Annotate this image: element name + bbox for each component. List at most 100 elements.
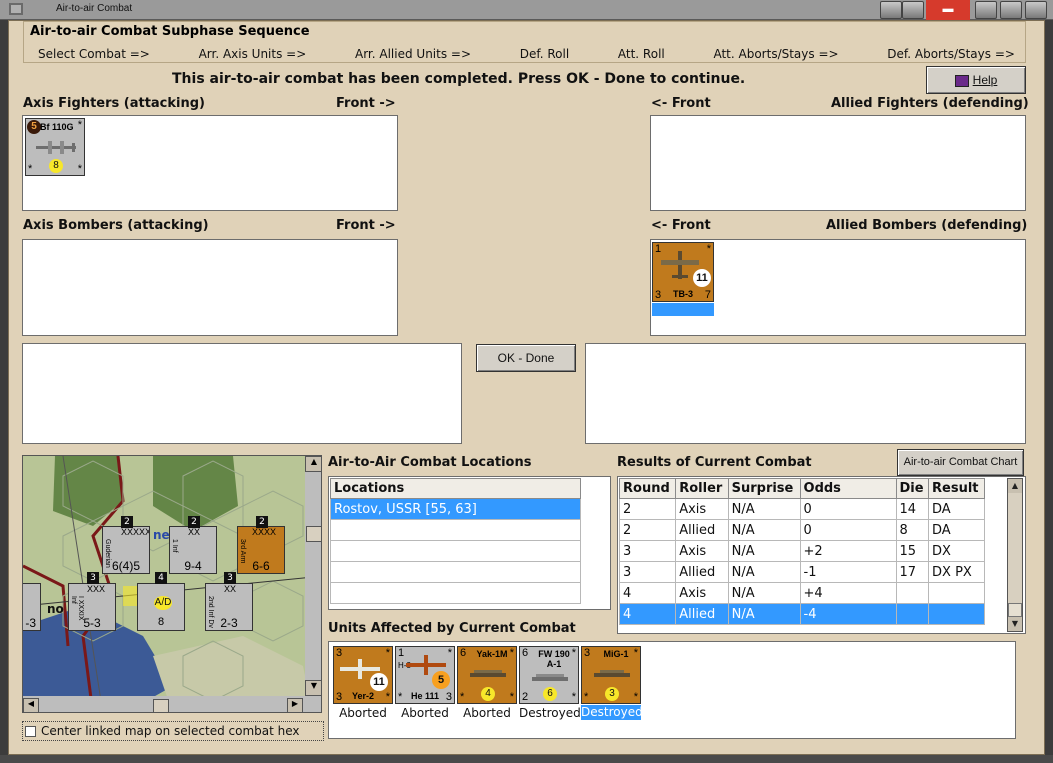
scroll-thumb[interactable] <box>1008 603 1022 617</box>
cell-roller: Axis <box>675 498 729 520</box>
center-map-option[interactable]: Center linked map on selected combat hex <box>22 721 324 741</box>
cell-round: 3 <box>618 561 677 583</box>
col-die: Die <box>895 478 930 499</box>
affected-unit-mig1[interactable]: 3 MiG-1 * * 3 * <box>581 646 641 704</box>
map-counter-value: 2-3 <box>220 616 238 630</box>
center-map-label: Center linked map on selected combat hex <box>41 724 300 738</box>
map-counter-size: XXXXX <box>121 527 150 537</box>
counter-bottom-right: * <box>385 691 390 703</box>
result-row[interactable]: 3 Axis N/A +2 15 DX <box>618 540 985 562</box>
map-stack-count-2: 2 <box>188 516 200 528</box>
cell-odds: -4 <box>799 603 897 625</box>
counter-bottom-left: * <box>460 691 465 703</box>
allied-fighters-box[interactable] <box>650 115 1026 211</box>
counter-bottom-right: 7 <box>704 289 711 301</box>
map-counter-1inf[interactable]: XX 1 Inf 9-4 <box>169 526 217 574</box>
location-row-empty <box>330 582 581 604</box>
cell-surprise: N/A <box>727 519 801 541</box>
combat-chart-button[interactable]: Air-to-air Combat Chart <box>897 449 1024 476</box>
locations-list[interactable]: Locations Rostov, USSR [55, 63] <box>328 476 611 610</box>
counter-top-right: * <box>706 243 711 255</box>
counter-bottom-right: * <box>77 163 82 175</box>
results-list[interactable]: Round Roller Surprise Odds Die Result 2 … <box>617 476 1026 634</box>
map-scroll-up-icon[interactable]: ▲ <box>305 456 321 472</box>
cell-round: 2 <box>618 498 677 520</box>
axis-fighters-box[interactable]: 5 Bf 110G * * 8 * <box>22 115 398 211</box>
map-counter-air-defense[interactable]: A/D 8 <box>137 583 185 631</box>
cell-die: 8 <box>895 519 930 541</box>
affected-unit-he111[interactable]: 1 * H-3 5 He 111 * 3 <box>395 646 455 704</box>
cell-odds: 0 <box>799 498 897 520</box>
restore-button[interactable] <box>902 1 924 19</box>
result-row[interactable]: 3 Allied N/A -1 17 DX PX <box>618 561 985 583</box>
col-surprise: Surprise <box>727 478 801 499</box>
result-row[interactable]: 2 Allied N/A 0 8 DA <box>618 519 985 541</box>
map-counter-offscreen[interactable]: -3 <box>23 583 41 631</box>
map-vscroll-thumb[interactable] <box>306 526 321 542</box>
counter-value: 8 <box>49 159 63 173</box>
cell-round: 4 <box>618 603 677 625</box>
counter-top-left: 3 <box>584 647 591 659</box>
counter-name: Yer-2 <box>351 691 375 701</box>
window-bottom-border <box>0 755 1053 763</box>
affected-unit-yer2[interactable]: 3 * 11 Yer-2 3 * <box>333 646 393 704</box>
map-counter-size: XXX <box>87 584 106 594</box>
allied-info-box <box>585 343 1026 444</box>
affected-unit-yak1m[interactable]: 6 Yak-1M * * 4 * <box>457 646 517 704</box>
affected-unit-fw190[interactable]: 6 FW 190 A-1 * 2 6 * <box>519 646 579 704</box>
map-scroll-left-icon[interactable]: ◀ <box>23 698 39 712</box>
results-scrollbar[interactable]: ▲ ▼ <box>1007 478 1023 632</box>
center-map-checkbox[interactable] <box>25 726 36 737</box>
map-place-label-2: no <box>47 602 64 616</box>
close-button[interactable]: ▬ <box>926 0 970 20</box>
help-button[interactable]: Help <box>926 66 1026 94</box>
cell-odds: +4 <box>799 582 897 604</box>
ok-done-button[interactable]: OK - Done <box>476 344 576 372</box>
map-stack-count-1: 2 <box>121 516 133 528</box>
title-extra-button-3[interactable] <box>1025 1 1047 19</box>
bf110-plane-icon <box>36 141 76 154</box>
cell-surprise: N/A <box>727 582 801 604</box>
step-att-aborts: Att. Aborts/Stays => <box>713 47 839 61</box>
counter-value: 6 <box>543 687 557 701</box>
map-hscroll-thumb[interactable] <box>153 699 169 712</box>
axis-bombers-title: Axis Bombers (attacking) <box>23 218 209 233</box>
map-place-label-1: ne <box>153 528 170 542</box>
result-row[interactable]: 4 Axis N/A +4 <box>618 582 985 604</box>
allied-bomber-counter[interactable]: 1 * 11 TB-3 3 7 <box>652 242 714 302</box>
map-stack-count-4: 3 <box>87 572 99 584</box>
counter-value: 5 <box>432 671 450 689</box>
counter-bottom-right: * <box>571 691 576 703</box>
locations-title: Air-to-Air Combat Locations <box>328 455 532 470</box>
cell-die <box>895 582 930 604</box>
result-row-selected[interactable]: 4 Allied N/A -4 <box>618 603 985 625</box>
map-counter-value: 5-3 <box>83 616 101 630</box>
affected-units-box[interactable]: 3 * 11 Yer-2 3 * Aborted 1 * H-3 5 He 11… <box>328 641 1016 739</box>
axis-bombers-box[interactable] <box>22 239 398 336</box>
axis-fighter-counter[interactable]: 5 Bf 110G * * 8 * <box>25 118 85 176</box>
counter-bottom-left: 3 <box>655 289 662 301</box>
title-bar[interactable]: Air-to-air Combat ▬ <box>0 0 1053 20</box>
result-row[interactable]: 2 Axis N/A 0 14 DA <box>618 498 985 520</box>
linked-map[interactable]: XXXXX Guderian 6(4)5 XX 1 Inf 9-4 XXXX 3… <box>22 455 322 713</box>
cell-result: DA <box>928 519 985 541</box>
counter-range: 5 <box>27 120 41 134</box>
counter-top-left: 6 <box>460 647 467 659</box>
allied-bombers-box[interactable]: 1 * 11 TB-3 3 7 <box>650 239 1026 336</box>
map-scroll-right-icon[interactable]: ▶ <box>287 698 303 712</box>
map-counter-2nd-inf[interactable]: XX 2nd Inf Dv 2-3 <box>205 583 253 631</box>
scroll-up-icon[interactable]: ▲ <box>1008 479 1022 493</box>
scroll-down-icon[interactable]: ▼ <box>1008 617 1022 631</box>
cell-odds: -1 <box>799 561 897 583</box>
location-row[interactable]: Rostov, USSR [55, 63] <box>330 498 581 520</box>
step-select-combat: Select Combat => <box>38 47 150 61</box>
minimize-button[interactable] <box>880 1 902 19</box>
title-extra-button-2[interactable] <box>1000 1 1022 19</box>
counter-value: 3 <box>605 687 619 701</box>
map-counter-xxxix-inf[interactable]: XXX I XXXIX Inf 5-3 <box>68 583 116 631</box>
map-scroll-down-icon[interactable]: ▼ <box>305 680 321 696</box>
title-extra-button-1[interactable] <box>975 1 997 19</box>
map-counter-3rd-arm[interactable]: XXXX 3rd Arm 6-6 <box>237 526 285 574</box>
step-arr-allied: Arr. Allied Units => <box>355 47 472 61</box>
map-counter-guderian[interactable]: XXXXX Guderian 6(4)5 <box>102 526 150 574</box>
